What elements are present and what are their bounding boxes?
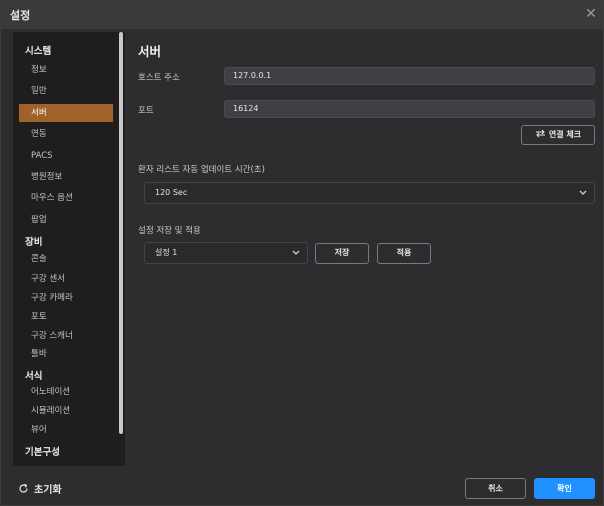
sidebar-item-photo[interactable]: 포토 [19, 308, 113, 326]
auto-update-select[interactable]: 120 Sec [144, 182, 595, 204]
sidebar-item-popup[interactable]: 팝업 [19, 211, 113, 229]
sidebar-item-console[interactable]: 콘솔 [19, 250, 113, 268]
reset-label: 초기화 [34, 485, 62, 496]
cancel-button[interactable]: 취소 [465, 478, 526, 499]
sidebar-group-devices: 장비 [25, 237, 43, 248]
sidebar-item-pacs[interactable]: PACS [19, 147, 113, 165]
sidebar-item-intraoral-camera[interactable]: 구강 카메라 [19, 289, 113, 307]
settings-window: 설정 ✕ 시스템 정보 일반 서버 연동 PACS 병원정보 마우스 옵션 팝업… [0, 0, 604, 506]
sidebar-item-hospital-info[interactable]: 병원정보 [19, 168, 113, 186]
port-input[interactable]: 16124 [224, 100, 595, 118]
sidebar-item-viewer[interactable]: 뷰어 [19, 421, 113, 439]
close-icon[interactable]: ✕ [583, 6, 599, 22]
confirm-button[interactable]: 확인 [534, 478, 595, 499]
auto-update-label: 환자 리스트 자동 업데이트 시간(초) [138, 165, 265, 175]
auto-update-value: 120 Sec [155, 188, 188, 197]
sidebar-item-simulation[interactable]: 시뮬레이션 [19, 402, 113, 420]
sidebar-group-basic-config: 기본구성 [25, 447, 60, 458]
preset-select[interactable]: 설정 1 [144, 242, 308, 264]
host-label: 호스트 주소 [138, 73, 180, 83]
sidebar-scrollbar-thumb[interactable] [119, 32, 123, 434]
sidebar-item-integration[interactable]: 연동 [19, 125, 113, 143]
connection-check-button[interactable]: 연결 체크 [521, 125, 595, 145]
sidebar-item-server[interactable]: 서버 [19, 104, 113, 122]
sidebar-item-intraoral-sensor[interactable]: 구강 센서 [19, 270, 113, 288]
sidebar-item-mouse-options[interactable]: 마우스 옵션 [19, 189, 113, 207]
apply-button[interactable]: 적용 [377, 243, 431, 264]
sidebar-item-general[interactable]: 일반 [19, 82, 113, 100]
sidebar: 시스템 정보 일반 서버 연동 PACS 병원정보 마우스 옵션 팝업 장비 콘… [13, 32, 125, 466]
chevron-down-icon [579, 190, 587, 195]
port-label: 포트 [138, 106, 154, 116]
sidebar-item-toolbar[interactable]: 툴바 [19, 345, 113, 363]
reset-icon [19, 483, 28, 493]
connection-check-label: 연결 체크 [548, 130, 582, 139]
save-apply-label: 설정 저장 및 적용 [138, 226, 201, 236]
page-title: 서버 [138, 44, 162, 59]
sidebar-item-intraoral-scanner[interactable]: 구강 스캐너 [19, 327, 113, 345]
save-button[interactable]: 저장 [315, 243, 369, 264]
sidebar-item-annotation[interactable]: 어노테이션 [19, 383, 113, 401]
chevron-down-icon [292, 250, 300, 255]
reset-button[interactable]: 초기화 [18, 481, 62, 496]
sidebar-item-info[interactable]: 정보 [19, 61, 113, 79]
sidebar-group-forms: 서식 [25, 371, 43, 382]
preset-value: 설정 1 [155, 248, 178, 257]
window-title: 설정 [10, 9, 31, 22]
swap-arrows-icon [535, 129, 545, 138]
host-input[interactable]: 127.0.0.1 [224, 67, 595, 85]
title-bar: 설정 ✕ [1, 1, 603, 29]
sidebar-group-system: 시스템 [25, 46, 52, 57]
